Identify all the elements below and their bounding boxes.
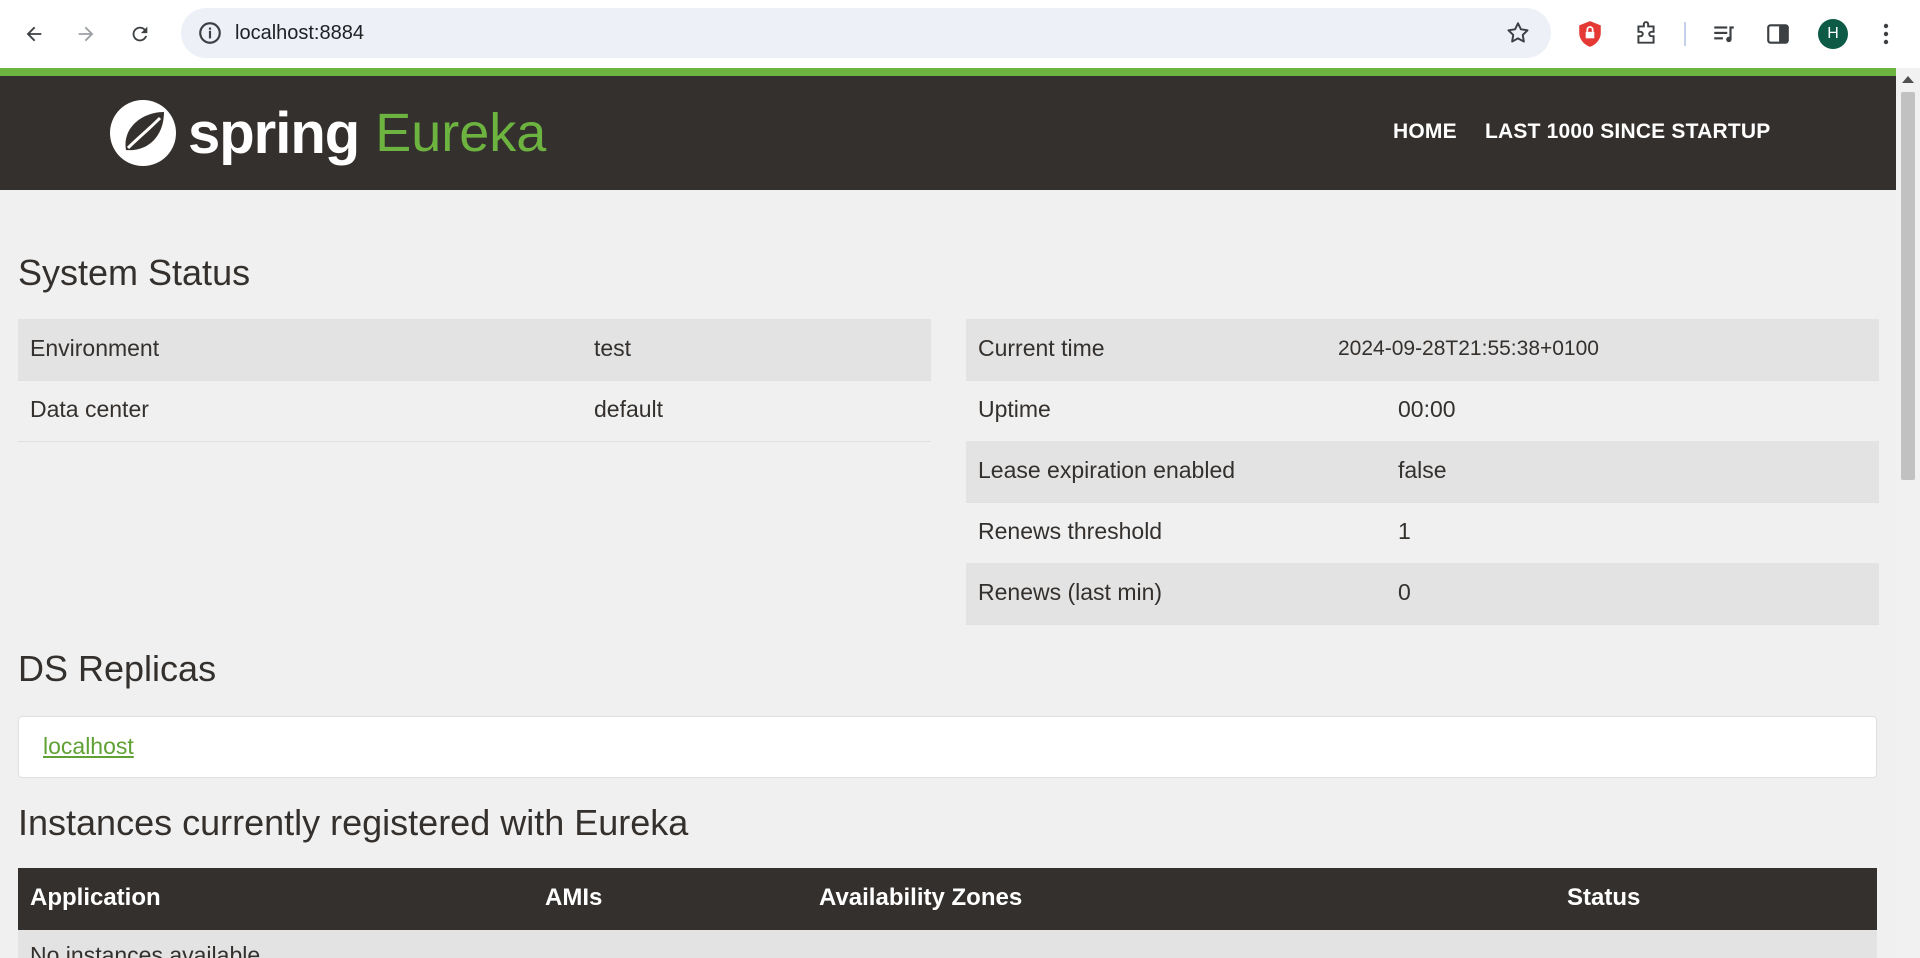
arrow-right-icon	[78, 26, 94, 42]
media-control-button[interactable]	[1706, 16, 1742, 52]
ds-replicas-list: localhost	[18, 716, 1877, 778]
row-value: default	[594, 396, 664, 422]
column-header-amis: AMIs	[545, 884, 603, 911]
table-row: Current time 2024-09-28T21:55:38+0100	[966, 319, 1879, 381]
nav-last-1000-link[interactable]: LAST 1000 SINCE STARTUP	[1485, 120, 1770, 144]
row-value: 2024-09-28T21:55:38+0100	[1338, 337, 1599, 360]
spring-eureka-logo[interactable]: spring Eureka	[108, 98, 546, 168]
instances-table-header: Application AMIs Availability Zones Stat…	[18, 868, 1877, 930]
system-status-title: System Status	[18, 252, 251, 293]
table-row: Lease expiration enabled false	[966, 441, 1879, 503]
row-label: Environment	[30, 335, 160, 361]
column-header-application: Application	[30, 884, 161, 911]
row-value: 00:00	[1398, 396, 1456, 422]
table-row: Renews (last min) 0	[966, 563, 1879, 625]
row-label: Lease expiration enabled	[978, 457, 1236, 483]
url-text[interactable]: localhost:8884	[235, 22, 364, 45]
brand-stripe	[0, 68, 1896, 76]
extensions-button[interactable]	[1628, 16, 1664, 52]
extension-shield-button[interactable]	[1572, 16, 1608, 52]
forward-button[interactable]	[68, 16, 104, 52]
address-bar[interactable]: localhost:8884	[181, 8, 1551, 58]
vertical-scrollbar[interactable]	[1896, 68, 1920, 958]
row-value: 0	[1398, 579, 1411, 605]
side-panel-icon	[1767, 24, 1789, 44]
table-row: Environment test	[18, 319, 931, 381]
site-info-icon[interactable]	[197, 20, 223, 46]
reload-button[interactable]	[122, 16, 158, 52]
row-value: false	[1398, 457, 1447, 483]
row-label: Current time	[978, 335, 1105, 361]
reload-icon	[132, 26, 148, 42]
logo-word-eureka: Eureka	[375, 103, 547, 163]
instances-title: Instances currently registered with Eure…	[18, 802, 689, 843]
playlist-music-icon	[1714, 26, 1734, 43]
toolbar-separator	[1684, 22, 1686, 46]
column-header-availability-zones: Availability Zones	[819, 884, 1023, 911]
logo-word-spring: spring	[188, 100, 360, 166]
row-label: Uptime	[978, 396, 1051, 422]
side-panel-button[interactable]	[1760, 16, 1796, 52]
row-label: Renews (last min)	[978, 579, 1163, 605]
page-content: spring Eureka HOME LAST 1000 SINCE START…	[0, 68, 1896, 958]
row-value: test	[594, 335, 632, 361]
row-value: 1	[1398, 518, 1411, 544]
scrollbar-thumb[interactable]	[1901, 92, 1915, 480]
profile-avatar[interactable]: H	[1818, 19, 1848, 49]
table-row: Uptime 00:00	[966, 380, 1879, 442]
puzzle-icon	[1637, 21, 1655, 44]
spring-leaf-icon	[110, 100, 176, 166]
table-row: Renews threshold 1	[966, 502, 1879, 564]
column-header-status: Status	[1567, 884, 1641, 911]
replica-link[interactable]: localhost	[43, 733, 134, 760]
arrow-left-icon	[26, 26, 42, 42]
bookmark-star-icon[interactable]	[1505, 20, 1531, 46]
row-label: Renews threshold	[978, 518, 1163, 544]
ds-replicas-title: DS Replicas	[18, 648, 217, 689]
browser-toolbar: localhost:8884 H	[0, 0, 1920, 69]
row-label: Data center	[30, 396, 149, 422]
scroll-up-arrow-icon[interactable]	[1902, 76, 1914, 83]
shield-icon	[1579, 21, 1601, 47]
nav-home-link[interactable]: HOME	[1393, 120, 1457, 144]
table-row: No instances available	[18, 930, 1877, 958]
empty-instances-text: No instances available	[30, 942, 261, 958]
table-row: Data center default	[18, 380, 931, 442]
browser-menu-button[interactable]	[1868, 16, 1904, 52]
kebab-menu-icon	[1883, 23, 1889, 45]
back-button[interactable]	[16, 16, 52, 52]
site-header: spring Eureka HOME LAST 1000 SINCE START…	[0, 76, 1896, 190]
